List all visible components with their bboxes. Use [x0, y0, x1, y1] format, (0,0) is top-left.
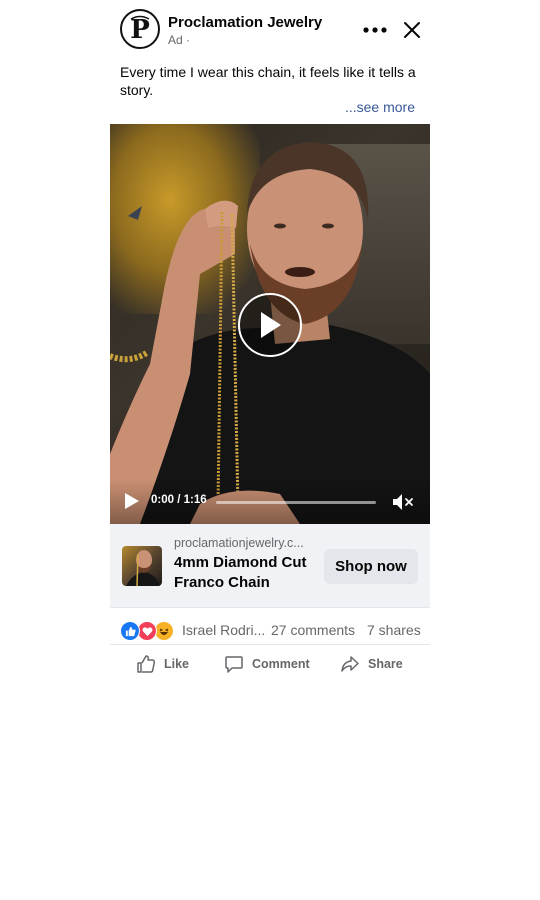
like-button[interactable]: Like [136, 652, 189, 676]
product-thumbnail[interactable] [122, 546, 162, 586]
video-progress-bar[interactable] [216, 501, 376, 504]
share-arrow-icon [341, 656, 359, 672]
haha-icon [154, 621, 174, 641]
muted-speaker-icon[interactable] [392, 493, 414, 511]
link-preview-card[interactable]: proclamationjewelry.c... 4mm Diamond Cut… [110, 524, 430, 608]
more-options-button[interactable] [362, 18, 388, 42]
comments-count[interactable]: 27 comments [271, 622, 355, 638]
reactor-names[interactable]: Israel Rodri... [182, 622, 265, 638]
love-icon [137, 621, 157, 641]
share-label: Share [368, 657, 403, 671]
like-label: Like [164, 657, 190, 671]
see-more-link[interactable]: ...see more [345, 99, 415, 115]
post-caption: Every time I wear this chain, it feels l… [120, 64, 416, 98]
play-icon [261, 312, 281, 338]
post-header: P Proclamation Jewelry Ad · [110, 0, 430, 60]
ad-post: P Proclamation Jewelry Ad · Every time I… [110, 0, 430, 673]
share-button[interactable]: Share [340, 652, 403, 676]
hide-ad-button[interactable] [400, 18, 424, 42]
reaction-icons[interactable] [120, 621, 190, 641]
shares-count[interactable]: 7 shares [367, 622, 421, 638]
link-domain: proclamationjewelry.c... [174, 536, 304, 550]
video-time: 0:00 / 1:16 [151, 494, 207, 506]
sponsored-label: Ad · [168, 33, 191, 47]
reactions-summary: Israel Rodri... 27 comments 7 shares [110, 612, 430, 645]
action-bar: Like Comment Share [110, 645, 430, 683]
proclamation-logo-icon: P [130, 15, 150, 45]
ellipsis-icon [363, 27, 387, 33]
page-name[interactable]: Proclamation Jewelry [168, 14, 322, 31]
play-small-icon[interactable] [124, 492, 140, 510]
close-icon [404, 22, 420, 38]
comment-label: Comment [252, 657, 310, 671]
comment-icon [225, 656, 243, 673]
shop-now-button[interactable]: Shop now [324, 549, 418, 584]
comment-button[interactable]: Comment [224, 652, 310, 676]
play-button[interactable] [238, 293, 302, 357]
video-player[interactable]: 0:00 / 1:16 [110, 124, 430, 524]
thumbs-up-icon [137, 655, 156, 673]
svg-text:P: P [130, 15, 150, 45]
product-title[interactable]: 4mm Diamond Cut Franco Chain [174, 553, 324, 593]
video-controls: 0:00 / 1:16 [110, 480, 430, 524]
page-avatar[interactable]: P [120, 9, 160, 49]
like-icon [120, 621, 140, 641]
product-thumbnail-image [126, 550, 160, 586]
